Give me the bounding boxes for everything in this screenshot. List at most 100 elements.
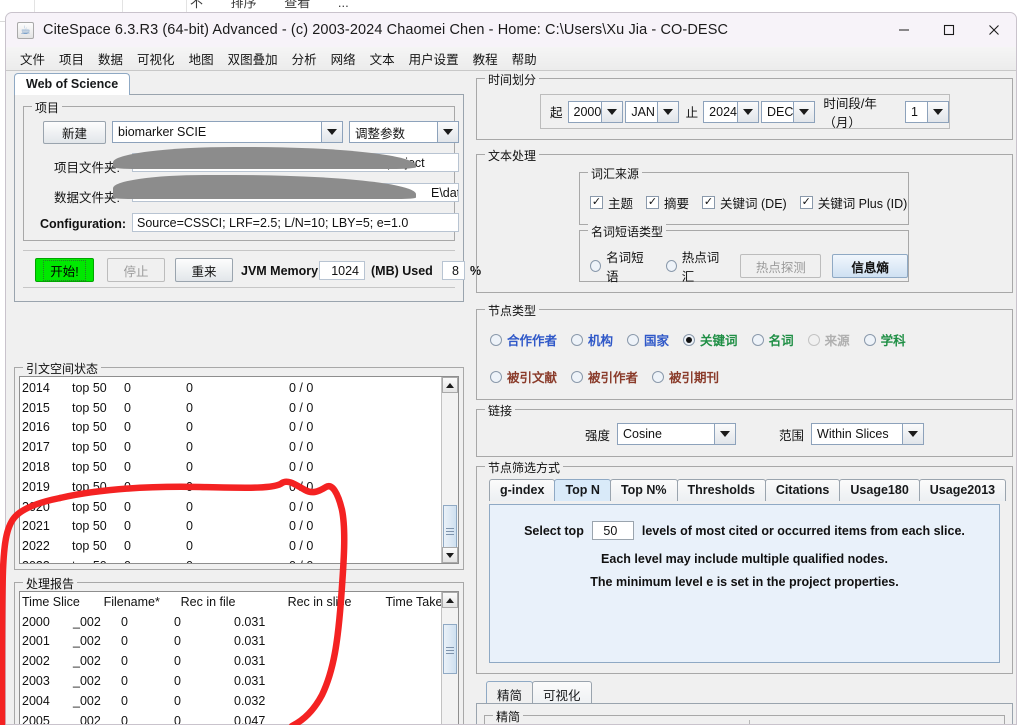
radio-node-type-cited-2[interactable]: 被引期刊 [652,367,719,386]
tab-top-n[interactable]: Top N [554,479,611,501]
scrollbar-track[interactable] [442,393,458,555]
to-year-select[interactable]: 2024 [703,100,759,123]
checkbox-icon[interactable]: ✓ [590,196,603,209]
column-header[interactable]: Rec in slice [288,595,386,609]
menu-item-dual-map[interactable]: 双图叠加 [221,47,285,70]
radio-node-type-cited-0[interactable]: 被引文献 [490,367,557,386]
menu-item-tutorial[interactable]: 教程 [466,47,505,70]
radio-icon[interactable] [665,260,677,272]
chevron-down-icon[interactable] [736,101,758,122]
scroll-up-icon[interactable] [442,377,458,393]
checkbox-term-source-0[interactable]: ✓ 主题 [590,193,633,212]
radio-icon[interactable] [751,333,764,346]
radio-icon[interactable] [683,333,696,346]
from-year-select[interactable]: 2000 [567,100,624,123]
close-icon[interactable] [971,13,1016,47]
table-row[interactable]: 2000 _002 0 0 0.031 [20,612,458,632]
tab-citations[interactable]: Citations [764,479,841,501]
project-select[interactable]: biomarker SCIE [112,121,343,143]
table-row[interactable]: 2001 _002 0 0 0.031 [20,632,458,652]
radio-node-type-cited-1[interactable]: 被引作者 [571,367,638,386]
checkbox-icon[interactable]: ✓ [646,196,660,209]
checkbox-term-source-1[interactable]: ✓ 摘要 [646,193,689,212]
chevron-down-icon[interactable] [437,122,458,142]
menu-item-analysis[interactable]: 分析 [285,47,324,70]
tab-thresholds[interactable]: Thresholds [676,479,766,501]
reset-button[interactable]: 重来 [175,258,233,282]
table-row[interactable]: 2020 top 50 0 0 0 / 0 [20,497,458,517]
radio-icon[interactable] [627,333,640,346]
minimize-icon[interactable] [881,13,926,47]
tab-web-of-science[interactable]: Web of Science [14,73,131,95]
chevron-down-icon[interactable] [321,122,342,142]
table-row[interactable]: 2003 _002 0 0 0.031 [20,671,458,691]
checkbox-icon[interactable]: ✓ [799,196,813,209]
tab-top-n[interactable]: Top N% [609,479,678,501]
process-report-scrollbar[interactable] [441,592,458,724]
maximize-icon[interactable] [926,13,971,47]
menu-item-visualize[interactable]: 可视化 [130,47,182,70]
radio-icon[interactable] [652,370,665,383]
radio-burst-terms[interactable]: 热点词汇 [665,247,728,285]
menu-item-preferences[interactable]: 用户设置 [402,47,466,70]
radio-icon[interactable] [490,333,502,346]
citation-status-scrollbar[interactable] [441,377,458,563]
new-project-button[interactable]: 新建 [43,121,106,144]
table-row[interactable]: 2023top 50000 / 0 [20,556,458,563]
tab-g-index[interactable]: g-index [489,479,556,501]
menu-item-file[interactable]: 文件 [13,47,52,70]
citation-space-status-list[interactable]: 2014 top 50 0 0 0 / 0 2015 top 50 0 0 0 / 0 2016 to… [19,376,459,564]
column-header[interactable]: Time Slice [22,595,104,609]
chevron-down-icon[interactable] [656,101,678,122]
table-row[interactable]: 2022 top 50 0 0 0 / 0 [20,536,458,556]
chevron-down-icon[interactable] [793,101,815,122]
chevron-down-icon[interactable] [601,101,623,122]
radio-node-type-3[interactable]: 关键词 [683,330,738,349]
menu-item-data[interactable]: 数据 [91,47,130,70]
scrollbar-track[interactable] [442,608,458,724]
tab-usage180[interactable]: Usage180 [839,479,920,501]
checkbox-icon[interactable]: ✓ [702,196,716,209]
chevron-down-icon[interactable] [927,101,948,122]
table-row[interactable]: 2016 top 50 0 0 0 / 0 [20,418,458,438]
slice-length-select[interactable]: 1 [904,100,949,123]
menu-item-project[interactable]: 项目 [52,47,91,70]
strength-select[interactable]: Cosine [617,423,737,445]
radio-node-type-4[interactable]: 名词 [751,330,794,349]
start-button[interactable]: 开始! [35,258,94,282]
checkbox-term-source-3[interactable]: ✓ 关键词 Plus (ID) [799,193,907,212]
to-month-select[interactable]: DEC [760,100,816,123]
table-row[interactable]: 2014 top 50 0 0 0 / 0 [20,378,458,398]
table-row[interactable]: 2021 top 50 0 0 0 / 0 [20,517,458,537]
information-entropy-button[interactable]: 信息熵 [832,254,908,278]
table-row[interactable]: 2015 top 50 0 0 0 / 0 [20,398,458,418]
radio-node-type-1[interactable]: 机构 [571,330,613,349]
scroll-up-icon[interactable] [442,592,458,608]
menu-item-help[interactable]: 帮助 [505,47,544,70]
radio-node-type-2[interactable]: 国家 [627,330,669,349]
radio-node-type-6[interactable]: 学科 [863,330,906,349]
radio-icon[interactable] [490,370,502,383]
adjust-parameters-select[interactable]: 调整参数 [349,121,459,143]
table-row[interactable]: 2005 _002 0 0 0.047 [20,711,458,724]
menu-item-network[interactable]: 网络 [324,47,363,70]
column-header[interactable]: Filename* [104,595,181,609]
chevron-down-icon[interactable] [902,424,924,444]
top-n-input[interactable]: 50 [591,521,634,540]
checkbox-term-source-2[interactable]: ✓ 关键词 (DE) [702,193,787,212]
scope-select[interactable]: Within Slices [811,423,925,445]
scrollbar-thumb[interactable] [443,624,457,674]
table-row[interactable]: 2017 top 50 0 0 0 / 0 [20,437,458,457]
radio-icon[interactable] [590,260,602,272]
table-row[interactable]: 2019 top 50 0 0 0 / 0 [20,477,458,497]
radio-noun-phrase[interactable]: 名词短语 [590,247,652,285]
scroll-down-icon[interactable] [442,547,458,563]
radio-icon[interactable] [571,370,584,383]
tab-usage2013[interactable]: Usage2013 [918,479,1007,501]
table-row[interactable]: 2002 _002 0 0 0.031 [20,651,458,671]
radio-icon[interactable] [571,333,584,346]
menu-item-map[interactable]: 地图 [182,47,221,70]
chevron-down-icon[interactable] [714,424,736,444]
menu-item-text[interactable]: 文本 [363,47,402,70]
column-header[interactable]: Rec in file [181,595,288,609]
